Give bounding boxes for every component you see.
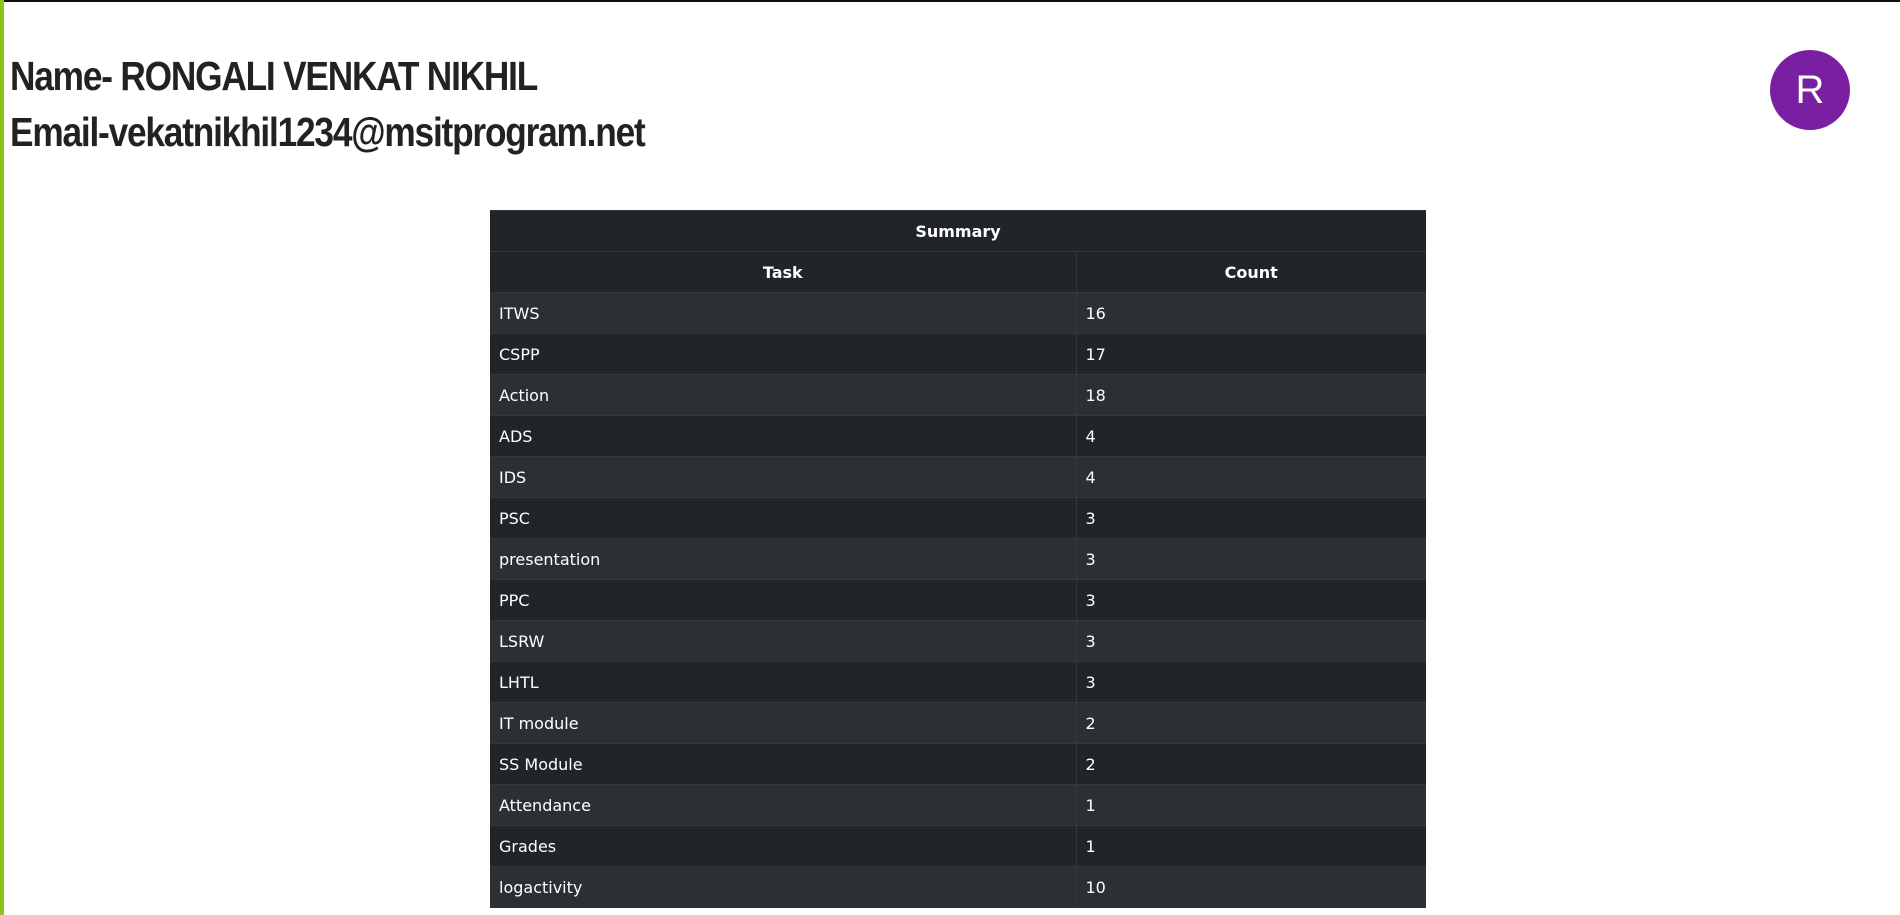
table-row: Attendance 1: [490, 784, 1426, 826]
table-row: CSPP 17: [490, 333, 1426, 375]
count-cell: 3: [1076, 661, 1426, 703]
count-cell: 17: [1076, 333, 1426, 375]
count-cell: 3: [1076, 497, 1426, 539]
count-cell: 3: [1076, 538, 1426, 580]
task-cell: SS Module: [490, 743, 1077, 785]
avatar[interactable]: R: [1770, 50, 1850, 130]
count-cell: 2: [1076, 702, 1426, 744]
table-row: Grades 1: [490, 825, 1426, 867]
table-row: logactivity 10: [490, 866, 1426, 908]
count-cell: 1: [1076, 784, 1426, 826]
left-accent-border: [0, 0, 4, 915]
task-cell: IDS: [490, 456, 1077, 498]
summary-table: Summary Task Count ITWS 16 CSPP 17 Action 1…: [490, 210, 1426, 908]
task-cell: Grades: [490, 825, 1077, 867]
task-cell: ADS: [490, 415, 1077, 457]
user-email-heading: Email-vekatnikhil1234@msitprogram.net: [10, 109, 646, 155]
count-cell: 16: [1076, 292, 1426, 334]
count-cell: 18: [1076, 374, 1426, 416]
task-cell: logactivity: [490, 866, 1077, 908]
summary-title: Summary: [490, 210, 1426, 252]
table-row: PSC 3: [490, 497, 1426, 539]
count-cell: 2: [1076, 743, 1426, 785]
count-cell: 1: [1076, 825, 1426, 867]
header-row: Task Count: [490, 251, 1426, 293]
table-row: SS Module 2: [490, 743, 1426, 785]
count-cell: 3: [1076, 579, 1426, 621]
task-cell: Action: [490, 374, 1077, 416]
count-cell: 4: [1076, 456, 1426, 498]
count-cell: 10: [1076, 866, 1426, 908]
task-cell: presentation: [490, 538, 1077, 580]
task-cell: IT module: [490, 702, 1077, 744]
table-row: Action 18: [490, 374, 1426, 416]
summary-title-row: Summary: [490, 210, 1426, 252]
task-cell: PSC: [490, 497, 1077, 539]
table-row: PPC 3: [490, 579, 1426, 621]
table-row: IT module 2: [490, 702, 1426, 744]
column-header-count: Count: [1076, 251, 1426, 293]
task-cell: LHTL: [490, 661, 1077, 703]
table-row: LSRW 3: [490, 620, 1426, 662]
task-cell: LSRW: [490, 620, 1077, 662]
top-border: [0, 0, 1900, 2]
table-row: presentation 3: [490, 538, 1426, 580]
table-row: ITWS 16: [490, 292, 1426, 334]
task-cell: Attendance: [490, 784, 1077, 826]
table-row: ADS 4: [490, 415, 1426, 457]
count-cell: 3: [1076, 620, 1426, 662]
column-header-task: Task: [490, 251, 1077, 293]
task-cell: ITWS: [490, 292, 1077, 334]
table-row: LHTL 3: [490, 661, 1426, 703]
user-name-heading: Name- RONGALI VENKAT NIKHIL: [10, 53, 538, 99]
profile-header: Name- RONGALI VENKAT NIKHIL Email-vekatn…: [10, 48, 748, 160]
task-cell: PPC: [490, 579, 1077, 621]
table-row: IDS 4: [490, 456, 1426, 498]
task-cell: CSPP: [490, 333, 1077, 375]
count-cell: 4: [1076, 415, 1426, 457]
